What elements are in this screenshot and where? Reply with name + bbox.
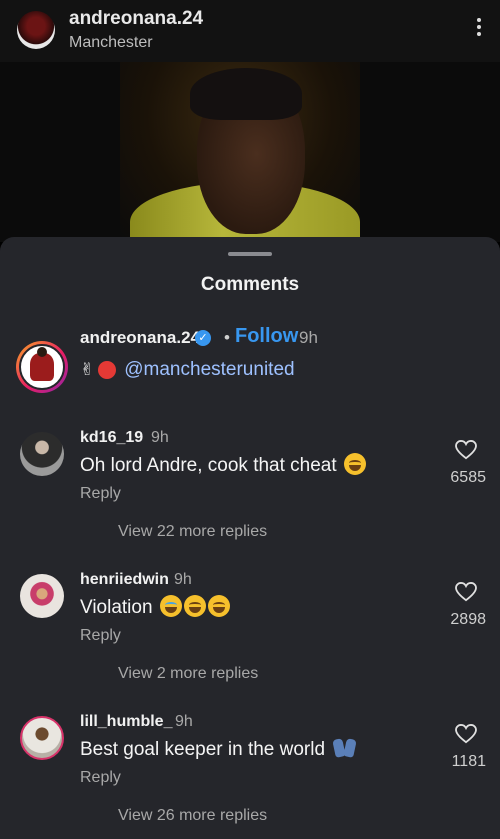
follow-button[interactable]: Follow (235, 325, 298, 348)
comment-time: 9h (174, 571, 192, 588)
photo-hair (190, 68, 302, 120)
post-image (0, 62, 500, 242)
comment-text-body: Violation (80, 597, 153, 618)
comment-text: Best goal keeper in the world (80, 737, 356, 761)
avatar-figure (30, 347, 54, 381)
like-count: 2898 (450, 611, 486, 628)
sheet-title: Comments (200, 274, 300, 295)
like-count: 6585 (450, 469, 486, 486)
heart-icon[interactable] (455, 582, 477, 602)
post-location[interactable]: Manchester (69, 34, 153, 52)
caption-time: 9h (299, 328, 318, 347)
gloves-emoji (334, 737, 356, 759)
comment-time: 9h (151, 429, 169, 446)
red-circle-emoji (98, 361, 117, 379)
view-replies-link[interactable]: View 26 more replies (118, 807, 267, 825)
view-replies-link[interactable]: View 22 more replies (118, 523, 267, 541)
comment-avatar[interactable] (20, 574, 64, 618)
drag-handle[interactable] (228, 252, 272, 256)
comment-text-body: Oh lord Andre, cook that cheat (80, 455, 337, 476)
more-vert-icon[interactable] (476, 18, 482, 40)
comment-avatar[interactable] (20, 432, 64, 476)
caption-mention[interactable]: @manchesterunited (124, 359, 294, 381)
post-username[interactable]: andreonana.24 (69, 8, 203, 30)
victory-hand-emoji: ✌ (80, 360, 95, 379)
reply-button[interactable]: Reply (80, 769, 121, 787)
comment-item: kd16_19 9h Oh lord Andre, cook that chea… (0, 429, 500, 572)
comment-item: lill_humble_ 9h Best goal keeper in the … (0, 713, 500, 839)
caption-text: ✌ @manchesterunited (80, 359, 295, 381)
post-header: andreonana.24 Manchester (0, 0, 500, 62)
comments-sheet: Comments andreonana.24 ✓ • Follow 9h ✌ @… (0, 237, 500, 839)
caption-separator: • (224, 328, 230, 347)
heart-icon[interactable] (455, 724, 477, 744)
crying-emoji (159, 595, 182, 617)
comment-time: 9h (175, 713, 193, 730)
like-count: 1181 (451, 753, 486, 770)
comment-text: Oh lord Andre, cook that cheat (80, 453, 366, 477)
laughing-emoji (207, 595, 230, 617)
comment-avatar[interactable] (20, 716, 64, 760)
reply-button[interactable]: Reply (80, 485, 121, 503)
laughing-emoji (343, 453, 366, 475)
comment-text-body: Best goal keeper in the world (80, 739, 326, 760)
view-replies-link[interactable]: View 2 more replies (118, 665, 258, 683)
caption-avatar[interactable] (16, 341, 68, 393)
comment-username[interactable]: henriiedwin (80, 571, 169, 589)
comment-username[interactable]: kd16_19 (80, 429, 143, 447)
comment-username[interactable]: lill_humble_ (80, 713, 172, 731)
laughing-emoji (183, 595, 206, 617)
reply-button[interactable]: Reply (80, 627, 121, 645)
heart-icon[interactable] (455, 440, 477, 460)
caption-username[interactable]: andreonana.24 (80, 328, 200, 348)
profile-avatar[interactable] (17, 11, 55, 49)
verified-badge-icon: ✓ (195, 330, 211, 346)
comment-text: Violation (80, 595, 230, 619)
comment-item: henriiedwin 9h Violation Reply View 2 mo… (0, 571, 500, 714)
